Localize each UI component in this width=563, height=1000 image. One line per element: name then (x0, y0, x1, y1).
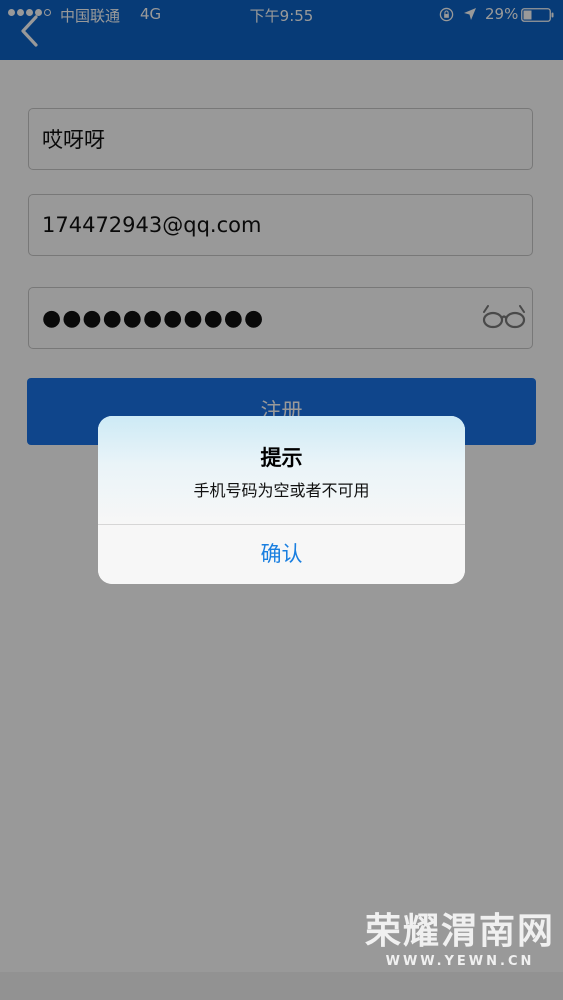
alert-title: 提示 (260, 446, 303, 470)
register-screen: 中国联通 4G 下午9:55 29% 哎呀呀 174472943@qq.com … (0, 0, 563, 1000)
watermark-main: 荣耀渭南网 (364, 911, 555, 952)
confirm-button[interactable]: 确认 (98, 525, 465, 584)
watermark-sub: WWW.YEWN.CN (385, 954, 535, 969)
alert-dialog: 提示 手机号码为空或者不可用 确认 (98, 416, 465, 584)
watermark-logo: 荣耀渭南网 WWW.YEWN.CN (360, 910, 560, 976)
alert-message: 手机号码为空或者不可用 (193, 481, 370, 500)
